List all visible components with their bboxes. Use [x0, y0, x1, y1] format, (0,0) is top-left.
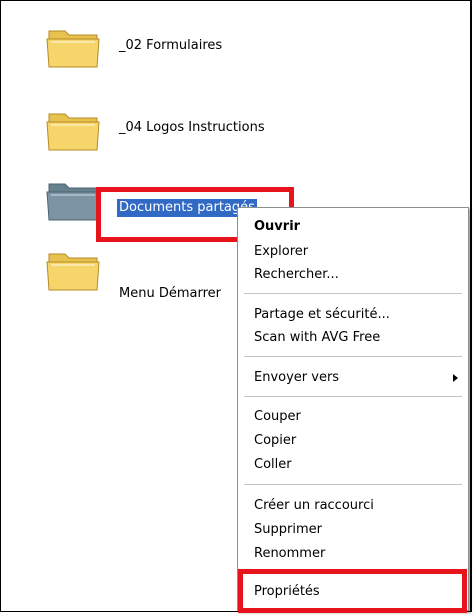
- folder-icon[interactable]: [43, 21, 103, 71]
- folder-icon[interactable]: [43, 244, 103, 294]
- menu-item-search[interactable]: Rechercher...: [254, 266, 339, 284]
- folder-label[interactable]: _02 Formulaires: [119, 37, 222, 55]
- menu-item-cut[interactable]: Couper: [254, 408, 301, 426]
- menu-separator: [244, 484, 462, 485]
- menu-item-open[interactable]: Ouvrir: [254, 218, 300, 236]
- menu-item-copy[interactable]: Copier: [254, 432, 296, 450]
- menu-item-rename[interactable]: Renommer: [254, 545, 325, 563]
- menu-separator: [244, 396, 462, 397]
- menu-item-explore[interactable]: Explorer: [254, 243, 308, 261]
- menu-separator: [244, 356, 462, 357]
- menu-separator: [244, 293, 462, 294]
- menu-item-send-to[interactable]: Envoyer vers: [254, 369, 339, 387]
- explorer-window: _02 Formulaires _04 Logos Instructions D…: [0, 0, 472, 613]
- submenu-arrow-icon: [453, 374, 458, 382]
- menu-item-paste[interactable]: Coller: [254, 456, 292, 474]
- folder-icon[interactable]: [43, 104, 103, 154]
- folder-label-selected[interactable]: Documents partagés: [117, 199, 257, 217]
- menu-item-scan-avg[interactable]: Scan with AVG Free: [254, 329, 380, 347]
- menu-item-properties[interactable]: Propriétés: [254, 583, 320, 601]
- menu-item-delete[interactable]: Supprimer: [254, 521, 322, 539]
- context-menu: Ouvrir Explorer Rechercher... Partage et…: [237, 207, 469, 611]
- folder-label[interactable]: Menu Démarrer: [119, 285, 221, 303]
- folder-label[interactable]: _04 Logos Instructions: [119, 119, 265, 137]
- menu-item-create-shortcut[interactable]: Créer un raccourci: [254, 497, 374, 515]
- menu-item-sharing-security[interactable]: Partage et sécurité...: [254, 306, 390, 324]
- shared-folder-icon[interactable]: [43, 174, 103, 224]
- menu-separator: [244, 571, 462, 572]
